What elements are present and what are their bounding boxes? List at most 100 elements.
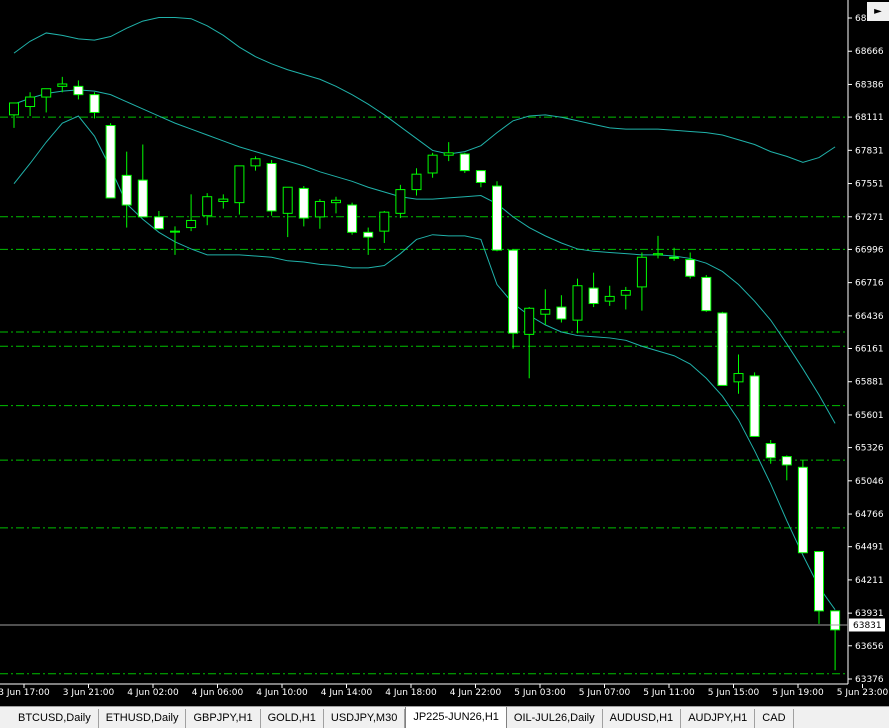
price-tick-label: 63376 bbox=[855, 675, 884, 685]
price-tick-label: 66716 bbox=[855, 279, 884, 289]
bear-candle-body bbox=[266, 162, 277, 212]
bull-candle-body bbox=[186, 219, 197, 229]
bollinger-middle-line bbox=[13, 89, 836, 424]
bull-candle-body bbox=[170, 230, 180, 233]
bull-candle-body bbox=[282, 186, 293, 214]
bull-candle-body bbox=[314, 200, 325, 218]
price-tick-label: 65881 bbox=[855, 378, 884, 388]
bull-candle-body bbox=[443, 152, 454, 156]
bull-candle-body bbox=[524, 307, 535, 335]
bull-candle-body bbox=[604, 295, 615, 302]
bear-candle-body bbox=[153, 216, 164, 230]
time-tick-label: 4 Jun 14:00 bbox=[321, 688, 373, 698]
bull-candle-body bbox=[234, 165, 245, 204]
time-tick-label: 5 Jun 11:00 bbox=[643, 688, 695, 698]
bear-candle-body bbox=[814, 551, 824, 612]
bear-candle-body bbox=[347, 204, 358, 233]
bull-candle-body bbox=[427, 154, 438, 174]
bear-candle-body bbox=[89, 94, 100, 113]
time-tick-label: 3 Jun 21:00 bbox=[63, 688, 115, 698]
bollinger-lower-line bbox=[13, 115, 836, 610]
tab-usdjpy-m30[interactable]: USDJPY,M30 bbox=[324, 709, 406, 728]
bear-candle-body bbox=[121, 174, 132, 206]
tab-audusd-h1[interactable]: AUDUSD,H1 bbox=[603, 709, 682, 728]
time-tick-label: 4 Jun 02:00 bbox=[127, 688, 179, 698]
price-tick-label: 65326 bbox=[855, 444, 884, 454]
bear-candle-body bbox=[73, 85, 84, 96]
bear-candle-body bbox=[508, 249, 519, 334]
chart-area[interactable]: 6894668666683866811167831675516727166996… bbox=[0, 0, 889, 706]
bull-candle-body bbox=[218, 198, 229, 202]
bear-candle-body bbox=[298, 187, 309, 219]
bull-candle-body bbox=[250, 158, 261, 167]
bear-candle-body bbox=[556, 306, 567, 320]
bull-candle-body bbox=[636, 256, 647, 288]
bull-candle-body bbox=[540, 308, 551, 315]
price-tick-label: 64766 bbox=[855, 510, 884, 520]
price-tick-label: 68386 bbox=[855, 80, 884, 90]
price-tick-label: 67271 bbox=[855, 213, 884, 223]
bull-candle-body bbox=[57, 83, 68, 87]
price-tick-label: 68666 bbox=[855, 47, 884, 57]
bear-candle-body bbox=[492, 185, 502, 251]
bull-candle-body bbox=[25, 96, 36, 108]
bull-candle-body bbox=[331, 199, 341, 204]
tab-oil-jul26-daily[interactable]: OIL-JUL26,Daily bbox=[507, 709, 603, 728]
tab-gbpjpy-h1[interactable]: GBPJPY,H1 bbox=[186, 709, 261, 728]
bull-candle-body bbox=[411, 173, 422, 191]
time-tick-label: 5 Jun 07:00 bbox=[579, 688, 631, 698]
bear-candle-body bbox=[588, 287, 599, 305]
tab-ethusd-daily[interactable]: ETHUSD,Daily bbox=[99, 709, 187, 728]
price-tick-label: 67831 bbox=[855, 146, 884, 156]
tab-cad[interactable]: CAD bbox=[755, 709, 794, 728]
time-tick-label: 5 Jun 19:00 bbox=[772, 688, 824, 698]
bear-candle-body bbox=[717, 312, 728, 386]
candles bbox=[9, 76, 841, 671]
price-tick-label: 63931 bbox=[855, 609, 884, 619]
bear-candle-body bbox=[475, 170, 486, 183]
bear-candle-body bbox=[765, 443, 776, 459]
bear-candle-body bbox=[459, 153, 470, 172]
time-tick-label: 3 Jun 17:00 bbox=[0, 688, 50, 698]
price-tick-label: 66161 bbox=[855, 345, 884, 355]
price-tick-label: 68111 bbox=[855, 113, 884, 123]
bull-candle-body bbox=[395, 189, 406, 214]
time-tick-label: 5 Jun 23:00 bbox=[837, 688, 889, 698]
bear-candle-body bbox=[830, 610, 841, 631]
bull-candle-body bbox=[9, 102, 19, 116]
time-axis: 3 Jun 17:00 3 Jun 21:00 4 Jun 02:00 4 Jun 0… bbox=[0, 684, 888, 698]
tab-btcusd-daily[interactable]: BTCUSD,Daily bbox=[0, 709, 99, 728]
price-tick-label: 66436 bbox=[855, 312, 884, 322]
chart-tab-bar: BTCUSD,Daily ETHUSD,Daily GBPJPY,H1 GOLD,H1… bbox=[0, 706, 889, 728]
tab-gold-h1[interactable]: GOLD,H1 bbox=[261, 709, 324, 728]
time-tick-label: 4 Jun 18:00 bbox=[385, 688, 437, 698]
tab-audjpy-h1[interactable]: AUDJPY,H1 bbox=[681, 709, 756, 728]
price-tick-label: 66996 bbox=[855, 245, 884, 255]
bull-candle-body bbox=[379, 211, 390, 232]
bollinger-upper-line bbox=[13, 17, 836, 163]
bear-candle-body bbox=[781, 456, 792, 466]
bull-candle-body bbox=[41, 88, 52, 98]
current-price-marker: 63831 bbox=[0, 618, 885, 632]
bear-candle-body bbox=[363, 231, 374, 238]
bear-candle-body bbox=[669, 256, 680, 259]
bear-candle-body bbox=[797, 466, 808, 554]
tab-jp225-jun26-h1[interactable]: JP225-JUN26,H1 bbox=[405, 707, 507, 728]
time-tick-label: 5 Jun 15:00 bbox=[708, 688, 760, 698]
bull-candle-body bbox=[653, 253, 663, 256]
price-tick-label: 67551 bbox=[855, 180, 884, 190]
bollinger-bands bbox=[13, 17, 836, 610]
price-tick-label: 63656 bbox=[855, 642, 884, 652]
right-arrow-icon[interactable]: ► bbox=[867, 2, 889, 21]
bull-candle-body bbox=[572, 285, 583, 321]
price-chart[interactable]: 6894668666683866811167831675516727166996… bbox=[0, 0, 889, 706]
price-tick-label: 65046 bbox=[855, 477, 884, 487]
time-tick-label: 5 Jun 03:00 bbox=[514, 688, 566, 698]
bull-candle-body bbox=[620, 289, 631, 296]
price-axis: 6894668666683866811167831675516727166996… bbox=[848, 14, 884, 685]
bear-candle-body bbox=[749, 375, 760, 437]
bear-candle-body bbox=[685, 259, 696, 277]
price-tick-label: 64211 bbox=[855, 576, 884, 586]
price-tick-label: 64491 bbox=[855, 543, 884, 553]
time-tick-label: 4 Jun 10:00 bbox=[256, 688, 308, 698]
